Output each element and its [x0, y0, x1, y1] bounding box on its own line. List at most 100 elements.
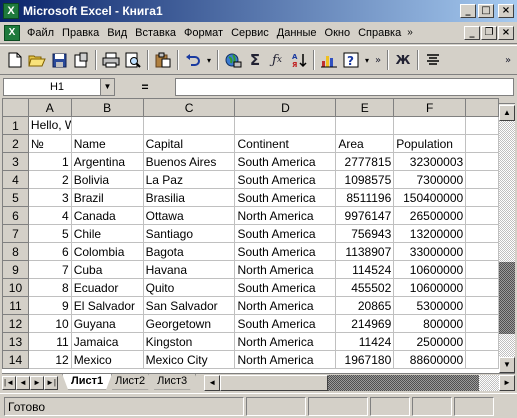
- cell-e1[interactable]: [335, 116, 395, 135]
- cell-g12[interactable]: [465, 314, 499, 333]
- bold-icon[interactable]: Ж: [392, 49, 414, 71]
- cell-e8[interactable]: 1138907: [335, 242, 395, 261]
- cell-g14[interactable]: [465, 350, 499, 369]
- cell-c3[interactable]: Buenos Aires: [142, 152, 236, 171]
- cell-b1[interactable]: [70, 116, 144, 135]
- cell-a7[interactable]: 5: [27, 224, 72, 243]
- cell-c8[interactable]: Bagota: [142, 242, 236, 261]
- cell-c7[interactable]: Santiago: [142, 224, 236, 243]
- column-header-a[interactable]: A: [27, 98, 72, 117]
- cell-g7[interactable]: [465, 224, 499, 243]
- cell-f7[interactable]: 13200000: [393, 224, 467, 243]
- cell-f4[interactable]: 7300000: [393, 170, 467, 189]
- cell-a6[interactable]: 4: [27, 206, 72, 225]
- cell-a11[interactable]: 9: [27, 296, 72, 315]
- menu-view[interactable]: Вид: [103, 27, 131, 39]
- column-header-c[interactable]: C: [142, 98, 236, 117]
- cell-c1[interactable]: [142, 116, 236, 135]
- cell-e7[interactable]: 756943: [335, 224, 395, 243]
- cell-a5[interactable]: 3: [27, 188, 72, 207]
- cell-b12[interactable]: Guyana: [70, 314, 144, 333]
- row-header[interactable]: 9: [2, 260, 29, 279]
- cell-a12[interactable]: 10: [27, 314, 72, 333]
- cell-e6[interactable]: 9976147: [335, 206, 395, 225]
- menu-overflow-chevron-icon[interactable]: »: [405, 27, 415, 38]
- undo-dropdown-icon[interactable]: ▾: [204, 56, 214, 65]
- cell-a14[interactable]: 12: [27, 350, 72, 369]
- cell-d13[interactable]: North America: [234, 332, 337, 351]
- name-box-dropdown-icon[interactable]: ▼: [100, 79, 114, 95]
- cell-e3[interactable]: 2777815: [335, 152, 395, 171]
- cell-g3[interactable]: [465, 152, 499, 171]
- cell-d12[interactable]: South America: [234, 314, 337, 333]
- workbook-restore-button[interactable]: ❐: [481, 25, 497, 40]
- cell-c10[interactable]: Quito: [142, 278, 236, 297]
- sheet-tab-1[interactable]: Лист1: [62, 374, 112, 390]
- cell-d8[interactable]: South America: [234, 242, 337, 261]
- cell-e13[interactable]: 11424: [335, 332, 395, 351]
- formula-equals-label[interactable]: =: [115, 80, 175, 94]
- next-sheet-icon[interactable]: ►: [30, 375, 44, 390]
- cell-f3[interactable]: 32300003: [393, 152, 467, 171]
- cell-b4[interactable]: Bolivia: [70, 170, 144, 189]
- cell-d11[interactable]: North America: [234, 296, 337, 315]
- first-sheet-icon[interactable]: |◄: [2, 375, 16, 390]
- horizontal-scrollbar[interactable]: ◄ ►: [204, 374, 515, 391]
- cell-g9[interactable]: [465, 260, 499, 279]
- row-header[interactable]: 10: [2, 278, 29, 297]
- new-icon[interactable]: [4, 49, 26, 71]
- cell-g2[interactable]: [465, 134, 499, 153]
- cell-a8[interactable]: 6: [27, 242, 72, 261]
- cell-d14[interactable]: North America: [234, 350, 337, 369]
- cell-a13[interactable]: 11: [27, 332, 72, 351]
- cell-e11[interactable]: 20865: [335, 296, 395, 315]
- cell-b5[interactable]: Brazil: [70, 188, 144, 207]
- cell-d4[interactable]: South America: [234, 170, 337, 189]
- cell-a4[interactable]: 2: [27, 170, 72, 189]
- cell-f10[interactable]: 10600000: [393, 278, 467, 297]
- cell-g1[interactable]: [465, 116, 499, 135]
- open-icon[interactable]: [26, 49, 48, 71]
- cell-d6[interactable]: North America: [234, 206, 337, 225]
- sheet-tab-3[interactable]: Лист3: [148, 374, 196, 390]
- maximize-button[interactable]: □: [478, 4, 494, 18]
- cell-d10[interactable]: South America: [234, 278, 337, 297]
- cell-e9[interactable]: 114524: [335, 260, 395, 279]
- column-header-b[interactable]: B: [70, 98, 144, 117]
- menu-edit[interactable]: Правка: [58, 27, 103, 39]
- column-header-e[interactable]: E: [335, 98, 395, 117]
- cell-c11[interactable]: San Salvador: [142, 296, 236, 315]
- cell-b3[interactable]: Argentina: [70, 152, 144, 171]
- cell-f11[interactable]: 5300000: [393, 296, 467, 315]
- vertical-scrollbar[interactable]: ▲ ▼: [499, 98, 515, 373]
- save-icon[interactable]: [48, 49, 70, 71]
- column-header-d[interactable]: D: [234, 98, 337, 117]
- minimize-button[interactable]: _: [460, 4, 476, 18]
- toolbar-overflow-chevron-icon[interactable]: »: [372, 49, 384, 71]
- column-header-f[interactable]: F: [393, 98, 467, 117]
- cell-d5[interactable]: South America: [234, 188, 337, 207]
- cell-a9[interactable]: 7: [27, 260, 72, 279]
- cell-a1[interactable]: Hello, World!: [27, 116, 72, 135]
- row-header[interactable]: 8: [2, 242, 29, 261]
- cell-b9[interactable]: Cuba: [70, 260, 144, 279]
- paste-icon[interactable]: [152, 49, 174, 71]
- cell-c5[interactable]: Brasilia: [142, 188, 236, 207]
- cell-b10[interactable]: Ecuador: [70, 278, 144, 297]
- permission-icon[interactable]: [70, 49, 92, 71]
- cell-f5[interactable]: 150400000: [393, 188, 467, 207]
- cell-f13[interactable]: 2500000: [393, 332, 467, 351]
- help-dropdown-icon[interactable]: ▾: [362, 56, 372, 65]
- cell-e5[interactable]: 8511196: [335, 188, 395, 207]
- cell-c13[interactable]: Kingston: [142, 332, 236, 351]
- print-preview-icon[interactable]: [122, 49, 144, 71]
- cell-a3[interactable]: 1: [27, 152, 72, 171]
- row-header[interactable]: 11: [2, 296, 29, 315]
- row-header[interactable]: 6: [2, 206, 29, 225]
- cell-b6[interactable]: Canada: [70, 206, 144, 225]
- menu-data[interactable]: Данные: [273, 27, 321, 39]
- cell-d1[interactable]: [234, 116, 337, 135]
- menu-insert[interactable]: Вставка: [131, 27, 180, 39]
- cell-e12[interactable]: 214969: [335, 314, 395, 333]
- cell-b8[interactable]: Colombia: [70, 242, 144, 261]
